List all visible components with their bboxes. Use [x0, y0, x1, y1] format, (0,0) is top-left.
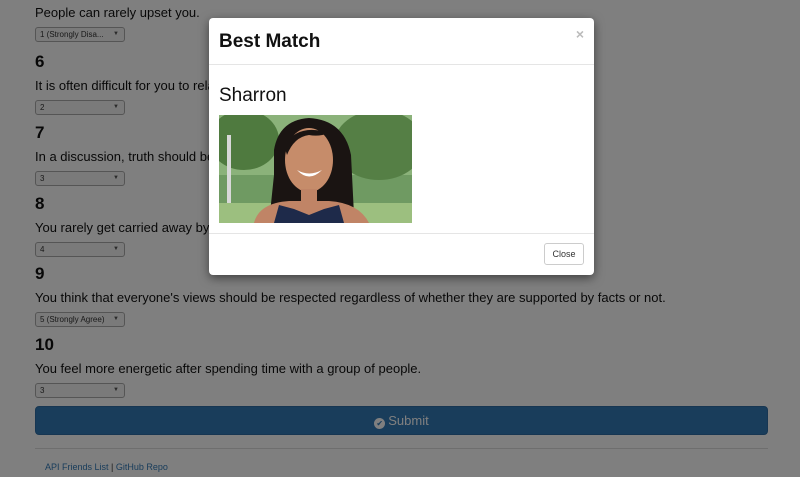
modal-header: Best Match ×: [209, 18, 594, 65]
close-icon[interactable]: ×: [576, 26, 584, 42]
best-match-modal: Best Match × Sharron Close: [209, 18, 594, 275]
close-button[interactable]: Close: [544, 243, 584, 265]
match-photo: [219, 115, 412, 223]
match-name: Sharron: [219, 85, 287, 106]
modal-body: Sharron: [209, 65, 594, 233]
modal-footer: Close: [209, 233, 594, 275]
modal-title: Best Match: [219, 31, 321, 52]
